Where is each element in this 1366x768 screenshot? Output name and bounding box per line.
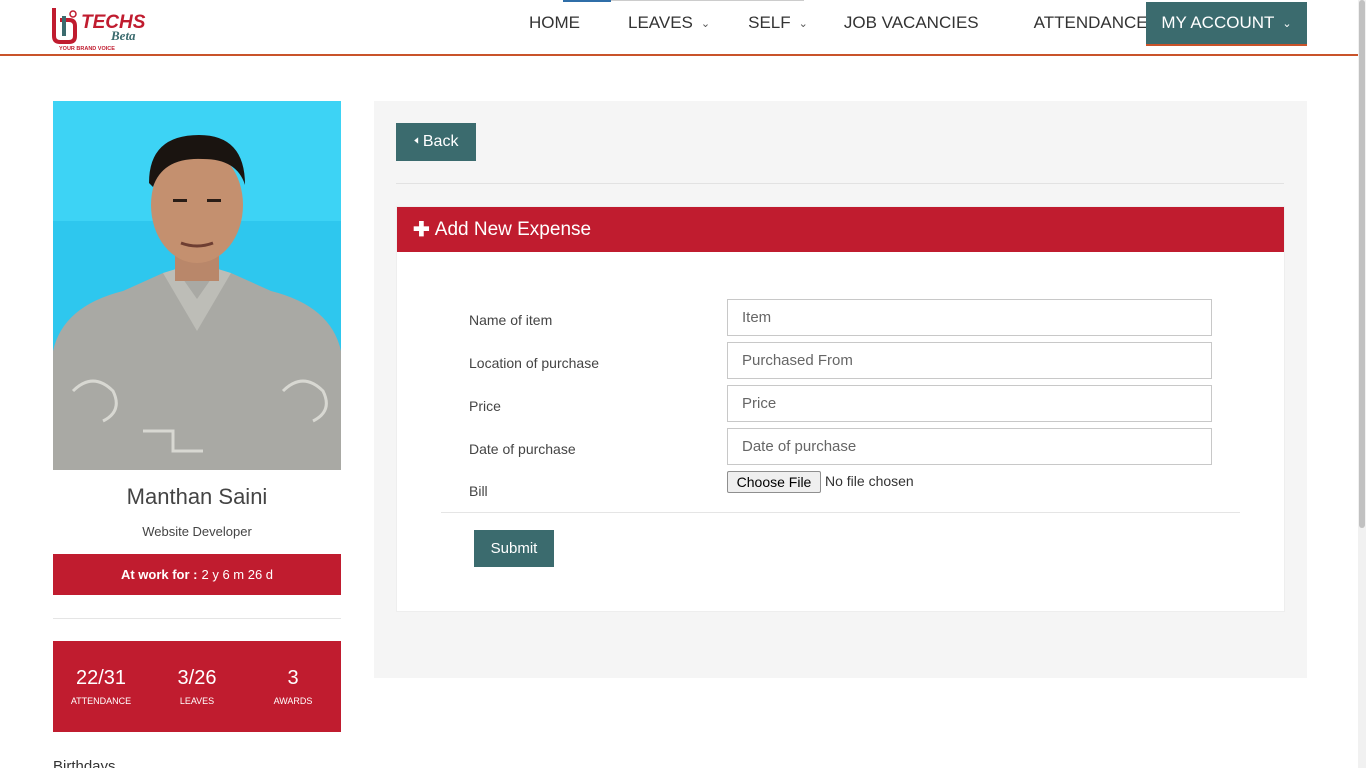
birthday-label: Birthdays [53, 758, 116, 768]
profile-role: Website Developer [142, 524, 252, 539]
svg-text:Beta: Beta [110, 28, 136, 43]
item-name-label: Name of item [469, 312, 553, 328]
nav-leaves-label: LEAVES [628, 13, 693, 32]
stat-value: 3 [287, 667, 299, 689]
top-header: TECHS Beta YOUR BRAND VOICE HOME LEAVES ⌄… [0, 0, 1366, 56]
arrow-left-icon: 🢐 [413, 132, 419, 148]
profile-stats: 22/31 ATTENDANCE 3/26 LEAVES 3 AWARDS [53, 641, 341, 732]
svg-text:YOUR BRAND VOICE: YOUR BRAND VOICE [59, 46, 115, 52]
back-button-label: Back [422, 133, 459, 150]
divider [53, 618, 341, 619]
price-input[interactable] [727, 385, 1212, 422]
back-button[interactable]: 🢐 Back [396, 123, 476, 161]
nav-self[interactable]: SELF ⌄ [748, 0, 808, 46]
at-work-value: 2 y 6 m 26 d [201, 567, 274, 582]
bill-label: Bill [469, 483, 488, 499]
purchase-location-label: Location of purchase [469, 355, 599, 371]
nav-leaves[interactable]: LEAVES ⌄ [628, 0, 710, 46]
stat-value: 22/31 [75, 667, 127, 689]
chevron-down-icon: ⌄ [1282, 17, 1292, 30]
stat-awards[interactable]: 3 AWARDS [245, 641, 341, 732]
file-status: No file chosen [825, 473, 914, 489]
at-work-label: At work for : [120, 567, 198, 582]
purchase-date-input[interactable] [727, 428, 1212, 465]
stat-label: ATTENDANCE [70, 696, 132, 706]
nav-job-vacancies[interactable]: JOB VACANCIES [844, 0, 979, 46]
profile-photo [53, 101, 341, 470]
brand-logo[interactable]: TECHS Beta YOUR BRAND VOICE [51, 6, 155, 52]
price-label: Price [469, 398, 501, 414]
stat-attendance[interactable]: 22/31 ATTENDANCE [53, 641, 149, 732]
chevron-down-icon: ⌄ [798, 17, 808, 30]
nav-attendance-label: ATTENDANCE [1033, 13, 1148, 32]
scrollbar-thumb[interactable] [1359, 0, 1365, 528]
at-work-badge: At work for : 2 y 6 m 26 d [53, 554, 341, 595]
plus-icon: ✚ [413, 219, 430, 241]
nav-home[interactable]: HOME [529, 0, 611, 46]
purchase-location-input[interactable] [727, 342, 1212, 379]
expense-card-header: ✚ Add New Expense [397, 207, 1284, 252]
divider [396, 183, 1284, 184]
nav-jobs-label: JOB VACANCIES [843, 13, 979, 32]
birthday-heading: Birthdays [53, 758, 116, 768]
purchase-date-label: Date of purchase [469, 441, 576, 457]
expense-card-title: Add New Expense [434, 218, 592, 240]
choose-file-button[interactable]: Choose File [727, 471, 821, 493]
profile-name: Manthan Saini [126, 484, 268, 509]
page-scrollbar[interactable] [1358, 0, 1366, 768]
stat-label: AWARDS [273, 696, 313, 706]
main-nav: HOME LEAVES ⌄ SELF ⌄ JOB VACANCIES ATTENDA… [505, 0, 1148, 46]
nav-my-account[interactable]: MY ACCOUNT ⌄ [1146, 2, 1307, 46]
stat-leaves[interactable]: 3/26 LEAVES [149, 641, 245, 732]
stat-label: LEAVES [179, 696, 215, 706]
nav-account-label: MY ACCOUNT [1161, 13, 1275, 32]
nav-attendance[interactable]: ATTENDANCE [1034, 0, 1148, 46]
item-name-input[interactable] [727, 299, 1212, 336]
stat-value: 3/26 [177, 667, 217, 689]
chevron-down-icon: ⌄ [700, 17, 711, 30]
divider [441, 512, 1240, 513]
nav-home-label: HOME [529, 13, 580, 32]
submit-button[interactable]: Submit [474, 530, 554, 567]
nav-self-label: SELF [748, 13, 791, 32]
